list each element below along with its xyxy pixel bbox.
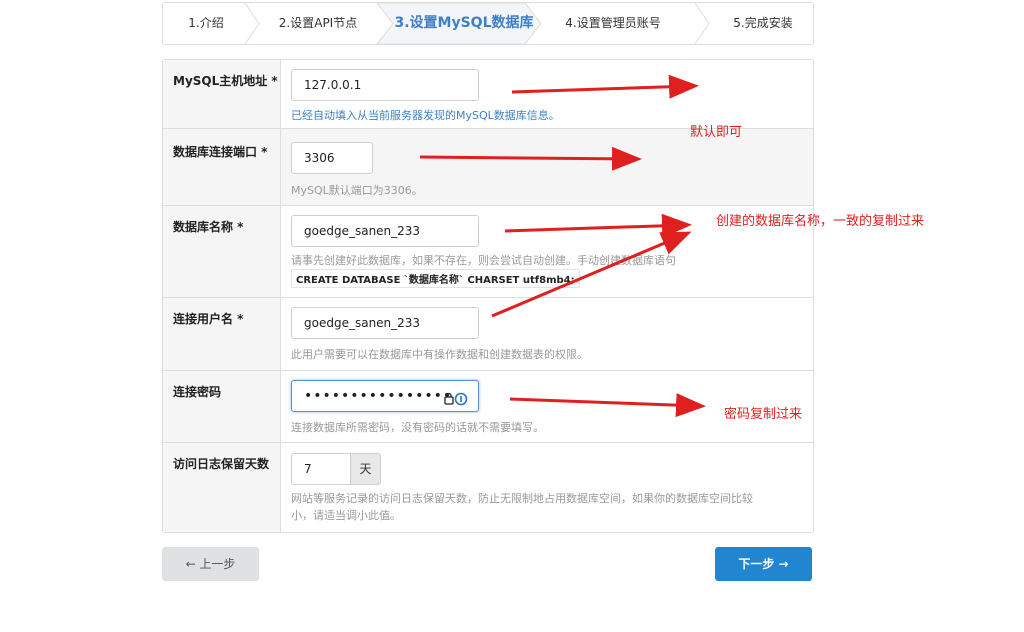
port-hint: MySQL默认端口为3306。 [291,184,423,197]
row-password: 连接密码 •••••••••••••••• 连接数据库所需密码，没有密码的话就不… [163,371,813,443]
log-days-hint-1: 网站等服务记录的访问日志保留天数，防止无限制地占用数据库空间，如果你的数据库空间… [291,492,753,505]
step-separator-icon [694,3,710,44]
prev-button[interactable]: ← 上一步 [162,547,259,581]
user-label: 连接用户名 * [173,312,244,326]
host-hint: 已经自动填入从当前服务器发现的MySQL数据库信息。 [291,109,560,122]
step-admin: 4.设置管理员账号 [565,16,661,30]
dbname-label: 数据库名称 * [173,220,244,234]
install-steps: 1.介绍 2.设置API节点 3.设置MySQL数据库 4.设置管理员账号 5.… [162,2,814,45]
step-finish: 5.完成安装 [733,16,793,30]
user-hint: 此用户需要可以在数据库中有操作数据和创建数据表的权限。 [291,348,588,361]
next-button[interactable]: 下一步 → [715,547,812,581]
password-label: 连接密码 [173,385,222,399]
step-intro: 1.介绍 [188,16,224,30]
log-days-hint-2: 小，请适当调小此值。 [291,509,401,522]
log-days-unit: 天 [351,453,381,485]
password-dots: •••••••••••••••• [304,388,453,404]
annotation-password-note: 密码复制过来 [724,407,803,422]
port-input[interactable]: 3306 [291,142,373,174]
log-days-input[interactable]: 7 [291,453,351,485]
create-db-sql-suffix: 。 [575,272,586,285]
create-db-sql: CREATE DATABASE `数据库名称` CHARSET utf8mb4; [291,269,580,288]
host-label: MySQL主机地址 * [173,74,278,88]
row-user: 连接用户名 * goedge_sanen_233 此用户需要可以在数据库中有操作… [163,298,813,371]
password-input[interactable]: •••••••••••••••• [291,380,479,412]
log-days-label: 访问日志保留天数 [173,457,270,471]
host-input[interactable]: 127.0.0.1 [291,69,479,101]
password-hint: 连接数据库所需密码，没有密码的话就不需要填写。 [291,421,544,434]
password-manager-icon[interactable] [444,389,468,406]
step-api-node: 2.设置API节点 [278,16,358,30]
annotation-dbname-note: 创建的数据库名称，一致的复制过来 [716,214,925,229]
annotation-default-ok: 默认即可 [690,125,743,140]
row-port: 数据库连接端口 * 3306 MySQL默认端口为3306。 [163,129,813,206]
port-label: 数据库连接端口 * [173,145,268,159]
step-mysql: 3.设置MySQL数据库 [394,15,534,31]
row-host: MySQL主机地址 * 127.0.0.1 已经自动填入从当前服务器发现的MyS… [163,60,813,129]
dbname-input[interactable]: goedge_sanen_233 [291,215,479,247]
dbname-hint: 请事先创建好此数据库，如果不存在，则会尝试自动创建。手动创建数据库语句 [291,254,676,267]
row-log-days: 访问日志保留天数 7 天 网站等服务记录的访问日志保留天数，防止无限制地占用数据… [163,443,813,532]
user-input[interactable]: goedge_sanen_233 [291,307,479,339]
